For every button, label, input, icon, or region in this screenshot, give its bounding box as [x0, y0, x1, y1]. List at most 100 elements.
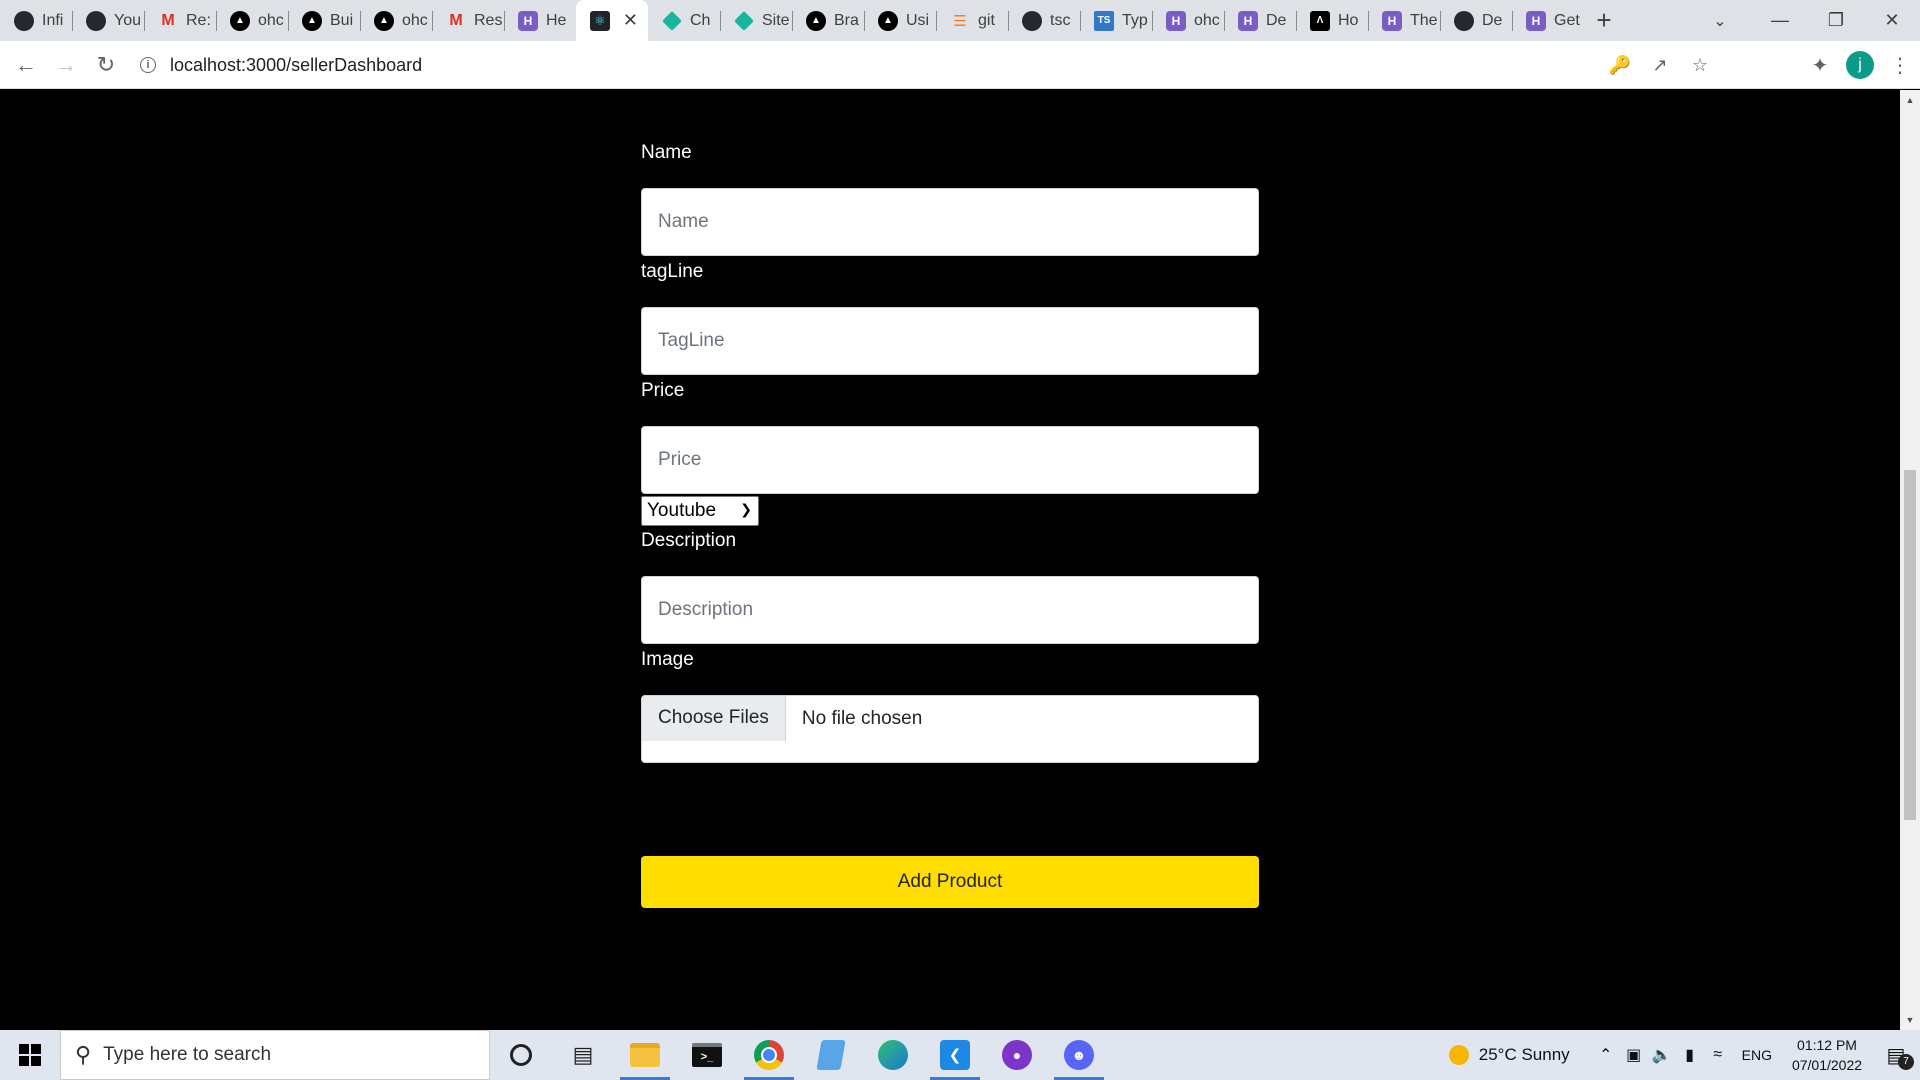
description-input[interactable]	[658, 599, 1258, 621]
browser-tab[interactable]: ☰ git	[936, 0, 1008, 41]
browser-tab[interactable]: H He	[504, 0, 576, 41]
browser-tab[interactable]: tsc	[1008, 0, 1080, 41]
edge-button[interactable]	[862, 1030, 924, 1080]
name-field[interactable]	[641, 188, 1259, 256]
discord-icon: ☻	[1064, 1040, 1094, 1070]
platform-select[interactable]: Youtube ❯	[641, 496, 759, 526]
weather-widget[interactable]: 25°C Sunny	[1448, 1045, 1570, 1065]
terminal-button[interactable]: >_	[676, 1030, 738, 1080]
browser-tab[interactable]: M Res	[432, 0, 504, 41]
image-file-input[interactable]: Choose Files No file chosen	[641, 695, 1259, 763]
tagline-label: tagLine	[641, 261, 704, 282]
cortana-button[interactable]	[490, 1030, 552, 1080]
browser-tab[interactable]: De	[1440, 0, 1512, 41]
choose-files-button[interactable]: Choose Files	[642, 696, 786, 741]
discord-button[interactable]: ☻	[1048, 1030, 1110, 1080]
key-icon[interactable]: 🔑	[1600, 55, 1640, 76]
notification-count-badge: 7	[1898, 1053, 1914, 1070]
tab-search-chevron-icon[interactable]: ⌄	[1700, 0, 1740, 41]
scroll-down-arrow-icon[interactable]: ▼	[1900, 1012, 1920, 1028]
scroll-up-arrow-icon[interactable]: ▲	[1900, 92, 1920, 108]
hashnode-icon: H	[1382, 10, 1402, 31]
browser-tab[interactable]: ▲ Bui	[288, 0, 360, 41]
sun-icon	[1448, 1045, 1469, 1065]
tab-title: Site	[762, 11, 790, 29]
browser-tab[interactable]: ▲ Bra	[792, 0, 864, 41]
reload-button[interactable]: ↻	[86, 47, 126, 83]
meet-now-icon[interactable]: ▣	[1620, 1045, 1648, 1065]
description-field[interactable]	[641, 576, 1259, 644]
close-tab-icon[interactable]: ✕	[623, 11, 638, 29]
hashnode-icon: H	[518, 10, 538, 31]
new-tab-button[interactable]: +	[1584, 0, 1624, 41]
maximize-button[interactable]: ❐	[1808, 0, 1864, 41]
description-label: Description	[641, 530, 737, 551]
browser-tab[interactable]: Ch	[648, 0, 720, 41]
browser-tab[interactable]: TS Typ	[1080, 0, 1152, 41]
windows-logo-icon	[19, 1044, 41, 1066]
triangle-icon: ▲	[302, 10, 322, 31]
browser-tab[interactable]: H Get	[1512, 0, 1584, 41]
browser-tab[interactable]: Site	[720, 0, 792, 41]
chrome-button[interactable]	[738, 1030, 800, 1080]
price-field[interactable]	[641, 426, 1259, 494]
info-icon[interactable]: i	[140, 57, 156, 73]
price-input[interactable]	[658, 449, 1258, 471]
browser-tab[interactable]: ▲ ohc	[360, 0, 432, 41]
task-view-button[interactable]: ▤	[552, 1030, 614, 1080]
show-hidden-icons-chevron-icon[interactable]: ⌃	[1592, 1045, 1620, 1065]
tab-title: He	[546, 11, 567, 29]
wifi-icon[interactable]: ≈	[1704, 1046, 1732, 1064]
notifications-button[interactable]: ▤ 7	[1872, 1043, 1920, 1070]
volume-icon[interactable]: 🔈	[1648, 1045, 1676, 1065]
search-icon: ⚲	[75, 1042, 92, 1067]
github-icon	[1022, 10, 1042, 31]
tab-title: De	[1266, 11, 1287, 29]
browser-tab[interactable]: M Re:	[144, 0, 216, 41]
extensions-icon[interactable]: ✦	[1800, 47, 1840, 83]
start-button[interactable]	[0, 1030, 60, 1080]
taskbar-search[interactable]: ⚲ Type here to search	[60, 1030, 490, 1080]
tab-title: git	[978, 11, 995, 29]
task-view-icon: ▤	[572, 1042, 594, 1067]
tagline-input[interactable]	[658, 330, 1258, 352]
clock[interactable]: 01:12 PM 07/01/2022	[1782, 1035, 1872, 1075]
close-window-button[interactable]: ✕	[1864, 0, 1920, 41]
tab-title: You	[114, 11, 141, 29]
browser-tab[interactable]: ⚛ ✕	[576, 0, 648, 41]
chrome-icon	[754, 1040, 784, 1070]
browser-tab[interactable]: Infi	[0, 0, 72, 41]
page-scrollbar[interactable]: ▲ ▼	[1900, 90, 1920, 1030]
add-product-button[interactable]: Add Product	[641, 856, 1259, 908]
star-icon[interactable]: ☆	[1680, 55, 1720, 76]
files-app-button[interactable]	[800, 1030, 862, 1080]
name-input[interactable]	[658, 211, 1258, 233]
triangle-icon: ▲	[806, 10, 826, 31]
tab-title: Get	[1554, 11, 1580, 29]
battery-icon[interactable]: ▮	[1676, 1045, 1704, 1065]
file-explorer-button[interactable]	[614, 1030, 676, 1080]
browser-tab[interactable]: Hohc	[1152, 0, 1224, 41]
triangle-icon: ▲	[374, 10, 394, 31]
browser-tab[interactable]: Λ Ho	[1296, 0, 1368, 41]
menu-kebab-icon[interactable]: ⋮	[1880, 47, 1920, 83]
browser-tab[interactable]: H The	[1368, 0, 1440, 41]
minimize-button[interactable]: —	[1752, 0, 1808, 41]
tagline-field[interactable]	[641, 307, 1259, 375]
browser-tab[interactable]: H De	[1224, 0, 1296, 41]
share-icon[interactable]: ↗	[1640, 55, 1680, 76]
vscode-button[interactable]: ❮	[924, 1030, 986, 1080]
diamond-icon	[734, 10, 754, 31]
forward-button[interactable]: →	[46, 47, 86, 83]
browser-tab[interactable]: ▲ ohc	[216, 0, 288, 41]
back-button[interactable]: ←	[6, 47, 46, 83]
address-bar[interactable]: i localhost:3000/sellerDashboard 🔑 ↗ ☆	[140, 47, 1720, 83]
hashnode-icon: H	[1166, 10, 1186, 31]
scrollbar-thumb[interactable]	[1904, 470, 1916, 820]
browser-tab[interactable]: You	[72, 0, 144, 41]
url-text[interactable]: localhost:3000/sellerDashboard	[170, 55, 422, 76]
github-desktop-button[interactable]: ●	[986, 1030, 1048, 1080]
profile-avatar[interactable]: j	[1846, 51, 1874, 79]
language-indicator[interactable]: ENG	[1742, 1047, 1772, 1063]
browser-tab[interactable]: ▲ Usi	[864, 0, 936, 41]
